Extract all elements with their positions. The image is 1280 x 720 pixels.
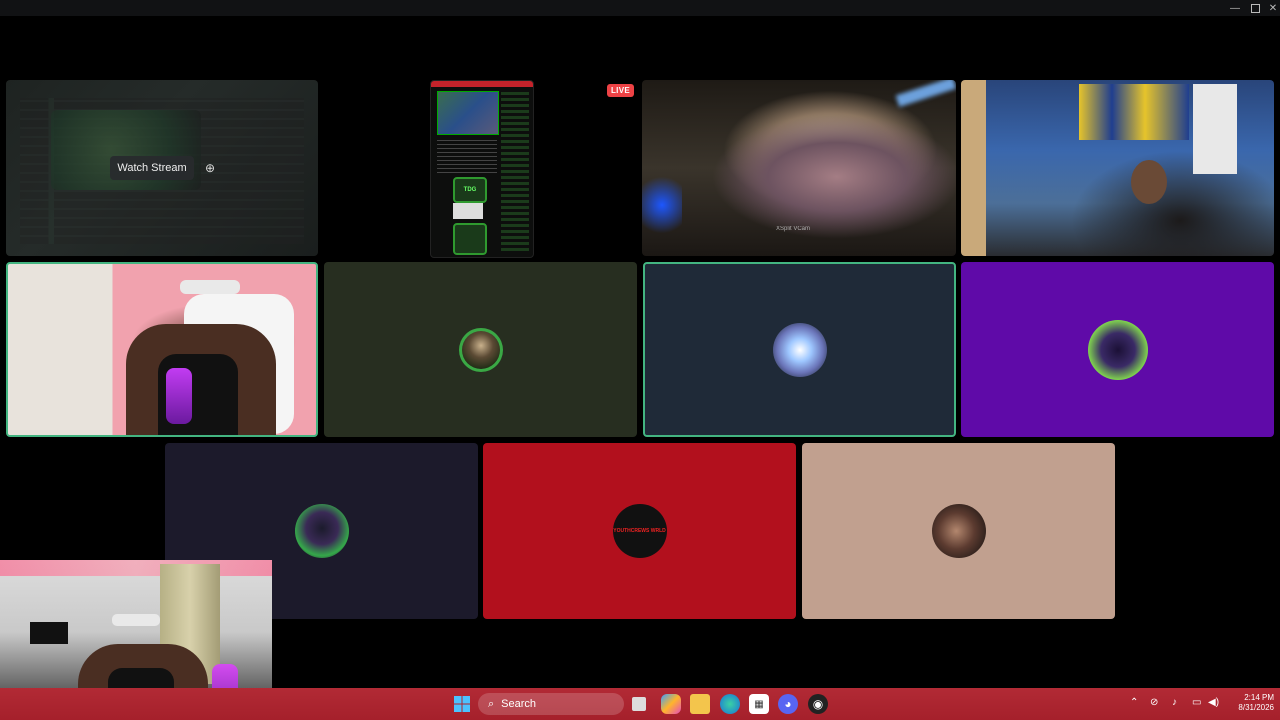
video-tile-jersey[interactable]: [961, 80, 1274, 256]
avatar-tile-olive[interactable]: [324, 262, 637, 437]
user-avatar: [294, 504, 349, 558]
avatar-tile-beige[interactable]: [802, 443, 1115, 619]
led-strip: [0, 560, 272, 576]
clock-date: 8/31/2026: [1238, 703, 1274, 712]
phone-stream-logo: TDG: [453, 177, 487, 203]
tv-image: [30, 622, 68, 644]
windows-start-icon[interactable]: [452, 694, 472, 714]
headband-image: [180, 280, 240, 294]
search-icon: ⌕: [488, 697, 495, 710]
store-icon[interactable]: ▦: [749, 694, 769, 714]
avatar-tile-purple[interactable]: [961, 262, 1274, 437]
avatar-tile-red[interactable]: YOUTHCREWS WRLD: [483, 443, 796, 619]
phone-stream-topbar: [431, 81, 533, 87]
display-icon[interactable]: ▭: [1192, 697, 1201, 708]
chevron-up-icon[interactable]: ⌃: [1130, 697, 1138, 708]
taskbar-search[interactable]: ⌕ Search: [478, 693, 624, 715]
blue-glow: [642, 170, 682, 240]
file-explorer-icon[interactable]: [690, 694, 710, 714]
task-view-icon[interactable]: [632, 697, 646, 711]
jersey-image: [1193, 84, 1237, 174]
scarf-image: [1079, 84, 1189, 140]
phone-stream-tile[interactable]: TDG: [430, 80, 534, 258]
close-icon[interactable]: ✕: [1262, 0, 1280, 16]
taskbar: ⌕ Search ▦ ◕ ◉ ⌃ ⊘ ♪ ▭ ◀) 2:14 PM 8/31/2…: [0, 688, 1280, 720]
microphone-image: [166, 368, 192, 424]
neon-light: [895, 80, 956, 107]
phone-stream-chat: [501, 91, 529, 251]
video-tile-self[interactable]: [6, 262, 318, 437]
watch-stream-label: Watch Stream: [117, 162, 187, 174]
minimize-icon[interactable]: —: [1224, 0, 1246, 16]
user-avatar: [931, 504, 986, 558]
person-image: [1131, 160, 1167, 204]
live-badge: LIVE: [607, 84, 634, 97]
user-avatar: YOUTHCREWS WRLD: [612, 504, 667, 558]
watch-stream-button[interactable]: Watch Stream: [110, 156, 194, 180]
user-avatar: [458, 327, 503, 372]
video-tile-blonde[interactable]: XSplit VCam: [642, 80, 956, 256]
avatar-tile-navy[interactable]: [643, 262, 956, 437]
phone-stream-banner: [453, 203, 483, 219]
network-icon[interactable]: ⊘: [1150, 697, 1158, 708]
volume-icon[interactable]: ◀): [1208, 697, 1219, 708]
user-avatar: [772, 322, 827, 377]
microphone-icon[interactable]: ♪: [1172, 697, 1177, 708]
camera-watermark: XSplit VCam: [776, 226, 811, 232]
clock-time: 2:14 PM: [1244, 693, 1274, 702]
headband-image: [112, 614, 160, 626]
phone-stream-hero-image: [437, 91, 499, 135]
obs-icon[interactable]: ◉: [808, 694, 828, 714]
add-screen-icon[interactable]: ⊕: [202, 160, 218, 176]
search-label: Search: [501, 698, 537, 710]
discord-icon[interactable]: ◕: [778, 694, 798, 714]
phone-stream-logo-2: [453, 223, 487, 255]
stream-tile[interactable]: Watch Stream ⊕: [6, 80, 318, 256]
user-avatar: [1087, 319, 1148, 380]
edge-icon[interactable]: [720, 694, 740, 714]
window-title-bar: [0, 0, 1280, 16]
copilot-icon[interactable]: [661, 694, 681, 714]
taskbar-clock[interactable]: 2:14 PM 8/31/2026: [1222, 693, 1274, 713]
phone-stream-text: [437, 139, 497, 173]
